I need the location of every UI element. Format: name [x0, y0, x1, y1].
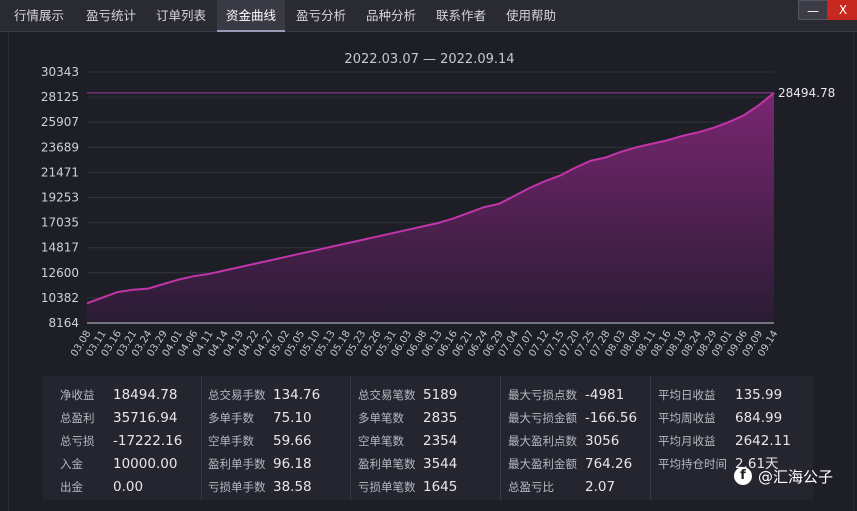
stat-label: 空单笔数: [358, 434, 404, 448]
y-tick-label: 23689: [41, 140, 79, 154]
stat-value: 96.18: [273, 456, 312, 472]
y-tick-label: 10382: [41, 291, 79, 305]
stat-value: 75.10: [273, 410, 312, 426]
y-tick-label: 8164: [48, 316, 79, 330]
stat-value: 764.26: [585, 456, 633, 472]
stats-column-divider: [500, 376, 501, 500]
stat-label: 入金: [60, 457, 83, 471]
y-tick-label: 25907: [41, 115, 79, 129]
stat-label: 总亏损: [60, 434, 95, 448]
watermark: f @汇海公子: [734, 460, 833, 492]
y-tick-label: 21471: [41, 165, 79, 179]
y-tick-label: 19253: [41, 191, 79, 205]
stat-label: 盈利单手数: [208, 457, 266, 471]
weibo-logo-icon: f: [734, 467, 752, 485]
stat-value: 684.99: [735, 410, 783, 426]
y-tick-label: 28125: [41, 90, 79, 104]
stat-value: -166.56: [585, 410, 638, 426]
stat-value: 2835: [423, 410, 458, 426]
stat-value: 134.76: [273, 387, 321, 403]
close-button[interactable]: X: [828, 0, 857, 20]
stat-label: 空单手数: [208, 434, 254, 448]
stat-label: 最大亏损金额: [508, 411, 577, 425]
stat-label: 多单笔数: [358, 411, 404, 425]
tab-market-display[interactable]: 行情展示: [4, 0, 74, 32]
stat-label: 净收益: [60, 388, 95, 402]
tab-bar: 行情展示 盈亏统计 订单列表 资金曲线 盈亏分析 品种分析 联系作者 使用帮助 …: [0, 0, 857, 32]
stat-value: 135.99: [735, 387, 783, 403]
stat-value: 35716.94: [113, 410, 178, 426]
stat-label: 总交易笔数: [358, 388, 416, 402]
tab-contact-author[interactable]: 联系作者: [426, 0, 496, 32]
stat-label: 盈利单笔数: [358, 457, 416, 471]
stat-label: 总交易手数: [208, 388, 266, 402]
stat-label: 亏损单手数: [208, 480, 266, 494]
stat-value: 59.66: [273, 433, 312, 449]
stats-column-divider: [201, 376, 202, 500]
tab-symbol-analysis[interactable]: 品种分析: [356, 0, 426, 32]
stat-value: 0.00: [113, 479, 144, 495]
stat-value: 3544: [423, 456, 458, 472]
y-tick-label: 14817: [41, 241, 79, 255]
stat-label: 平均日收益: [658, 388, 716, 402]
stat-label: 出金: [60, 480, 83, 494]
watermark-text: @汇海公子: [758, 467, 834, 486]
stat-label: 平均周收益: [658, 411, 716, 425]
stat-value: 10000.00: [113, 456, 178, 472]
tab-pnl-analysis[interactable]: 盈亏分析: [286, 0, 356, 32]
stat-value: 18494.78: [113, 387, 178, 403]
tab-order-list[interactable]: 订单列表: [146, 0, 216, 32]
stat-value: 1645: [423, 479, 458, 495]
stat-label: 总盈利: [60, 411, 95, 425]
y-tick-label: 30343: [41, 65, 79, 79]
stat-value: -17222.16: [113, 433, 183, 449]
stat-value: 2642.11: [735, 433, 791, 449]
stat-label: 平均持仓时间: [658, 457, 727, 471]
y-tick-label: 17035: [41, 216, 79, 230]
stat-label: 最大盈利金额: [508, 457, 577, 471]
stats-column-divider: [650, 376, 651, 500]
equity-curve-chart: 2022.03.07 — 2022.09.14 8164 10382 12600 14…: [12, 38, 847, 360]
tab-pnl-stats[interactable]: 盈亏统计: [76, 0, 146, 32]
right-edge-divider: [853, 32, 854, 511]
stat-label: 平均月收益: [658, 434, 716, 448]
tab-equity-curve[interactable]: 资金曲线: [217, 0, 285, 32]
stat-value: -4981: [585, 387, 625, 403]
y-tick-label: 12600: [41, 266, 79, 280]
stat-label: 最大亏损点数: [508, 388, 577, 402]
stat-label: 总盈亏比: [508, 480, 554, 494]
minimize-button[interactable]: —: [798, 0, 828, 20]
equity-curve-svg: 8164 10382 12600 14817 17035 19253 21471 23689 2…: [41, 65, 835, 359]
stat-value: 2354: [423, 433, 458, 449]
equity-area-fill: [87, 92, 774, 324]
stat-label: 最大盈利点数: [508, 434, 577, 448]
tab-help[interactable]: 使用帮助: [496, 0, 566, 32]
stat-label: 多单手数: [208, 411, 254, 425]
left-edge-divider: [8, 32, 9, 511]
final-value-label: 28494.78: [778, 86, 835, 100]
chart-title: 2022.03.07 — 2022.09.14: [344, 52, 515, 67]
stat-label: 亏损单笔数: [358, 480, 416, 494]
stats-column-divider: [350, 376, 351, 500]
stat-value: 2.07: [585, 479, 616, 495]
stat-value: 38.58: [273, 479, 312, 495]
stat-value: 5189: [423, 387, 458, 403]
stat-value: 3056: [585, 433, 620, 449]
stats-panel: 净收益 18494.78 总盈利 35716.94 总亏损 -17222.16 入金 1000…: [43, 376, 813, 500]
